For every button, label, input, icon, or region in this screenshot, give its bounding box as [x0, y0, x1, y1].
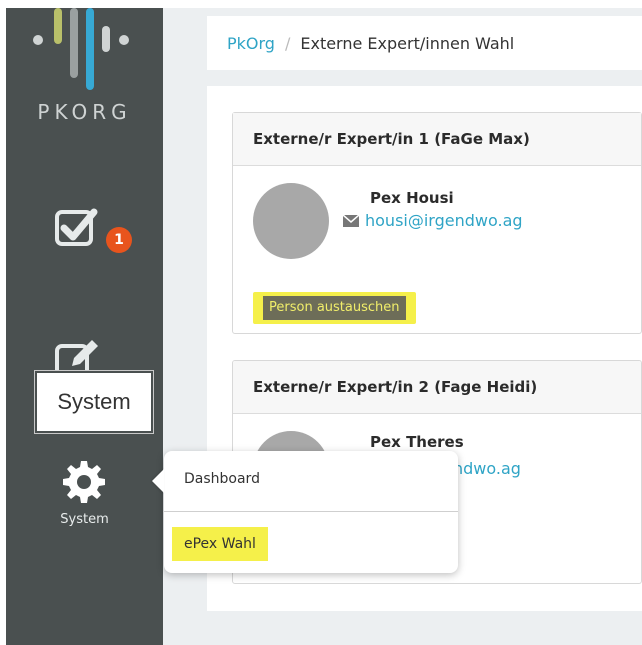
- breadcrumb-separator: /: [284, 33, 291, 53]
- sidebar: PKORG 1 System System: [6, 8, 163, 645]
- dropdown-arrow: [152, 469, 164, 493]
- breadcrumb-current: Externe Expert/innen Wahl: [300, 33, 515, 53]
- tasks-badge: 1: [106, 227, 132, 253]
- card-title: Externe/r Expert/in 1 (FaGe Max): [233, 113, 641, 166]
- logo-text: PKORG: [37, 100, 132, 124]
- breadcrumb-home-link[interactable]: PkOrg: [227, 34, 275, 53]
- system-tooltip: System: [35, 371, 153, 433]
- menu-divider: [164, 511, 458, 512]
- replace-person-label: Person austauschen: [263, 296, 406, 320]
- menu-item-epex-wahl[interactable]: ePex Wahl: [172, 527, 268, 561]
- person-name: Pex Housi: [370, 189, 454, 207]
- replace-person-button[interactable]: Person austauschen: [253, 292, 416, 324]
- avatar: [253, 183, 329, 259]
- person-email: housi@irgendwo.ag: [365, 211, 523, 230]
- person-name: Pex Theres: [370, 433, 464, 451]
- envelope-icon: [343, 214, 359, 227]
- card-title: Externe/r Expert/in 2 (Fage Heidi): [233, 361, 641, 414]
- expert-card-1: Externe/r Expert/in 1 (FaGe Max) Pex Hou…: [232, 112, 642, 334]
- menu-item-dashboard[interactable]: Dashboard: [184, 471, 260, 487]
- gear-icon[interactable]: [61, 459, 107, 505]
- breadcrumb: PkOrg / Externe Expert/innen Wahl: [207, 16, 642, 70]
- person-email-link[interactable]: housi@irgendwo.ag: [343, 211, 523, 230]
- tasks-check-icon[interactable]: [54, 206, 102, 250]
- system-nav-label[interactable]: System: [6, 512, 163, 527]
- system-dropdown-menu: Dashboard ePex Wahl: [152, 451, 458, 573]
